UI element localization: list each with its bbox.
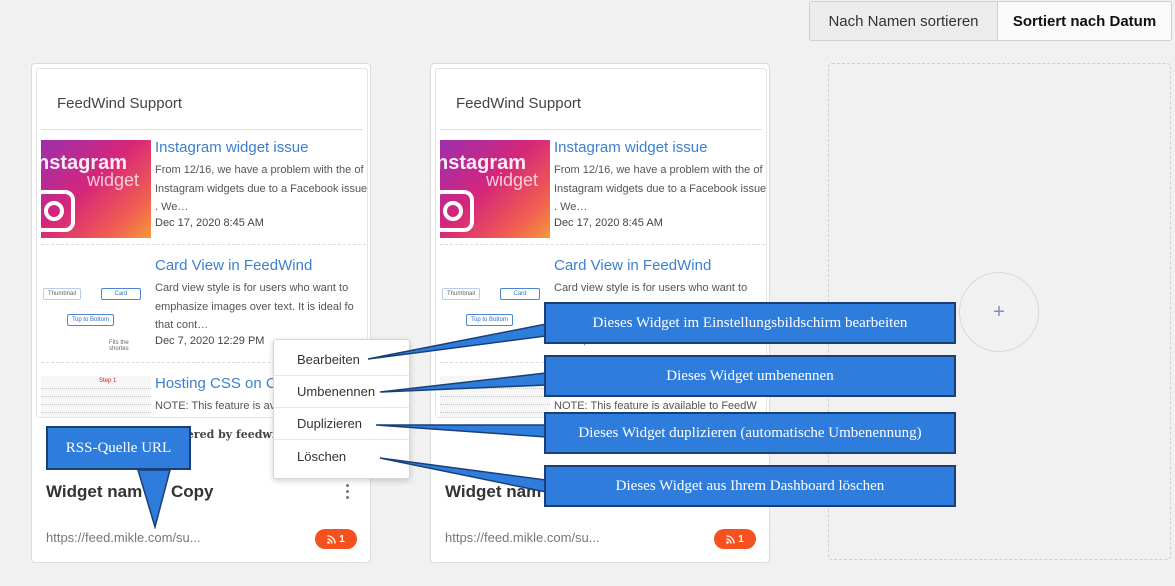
- callout-edit: Dieses Widget im Einstellungsbildschirm …: [544, 302, 956, 344]
- thumb-label: Thumbnail: [442, 288, 481, 300]
- card-view-thumbnail: Thumbnail Card Top to Bottom Fits the sh…: [41, 258, 151, 356]
- instagram-thumbnail: nstagram widget: [41, 140, 151, 238]
- instagram-icon: [41, 190, 75, 232]
- item-description: From 12/16, we have a problem with the o…: [155, 164, 368, 213]
- widget-name[interactable]: Widget nam: [445, 482, 541, 502]
- menu-item-delete[interactable]: Löschen: [274, 440, 409, 472]
- thumb-label: Step 1: [99, 378, 117, 384]
- callout-delete: Dieses Widget aus Ihrem Dashboard lösche…: [544, 465, 956, 507]
- item-title[interactable]: Instagram widget issue: [554, 139, 707, 156]
- thumb-label: Card: [101, 288, 141, 300]
- sort-by-name-button[interactable]: Nach Namen sortieren: [810, 2, 997, 40]
- card-view-thumbnail: Thumbnail Card Top to Bottom: [440, 258, 550, 356]
- feed-title: FeedWind Support: [57, 95, 183, 112]
- thumb-text: widget: [486, 170, 539, 190]
- thumb-label: Top to Bottom: [67, 314, 115, 326]
- thumb-label: Thumbnail: [43, 288, 82, 300]
- thumb-label: Step 1: [498, 378, 516, 384]
- feed-url: https://feed.mikle.com/su...: [445, 530, 600, 545]
- plus-icon: +: [993, 300, 1005, 323]
- widget-name-text: Widget nam: [46, 482, 143, 501]
- feed-item[interactable]: nstagram widget Instagram widget issue F…: [440, 129, 767, 245]
- item-description: From 12/16, we have a problem with the o…: [554, 164, 767, 213]
- item-date: Dec 17, 2020 8:45 AM: [155, 217, 264, 229]
- item-description: Card view style is for users who want to…: [155, 282, 354, 331]
- item-title[interactable]: Hosting CSS on C: [155, 375, 277, 392]
- widget-name[interactable]: Widget nam Copy: [46, 482, 214, 502]
- css-thumbnail: Step 1: [440, 376, 550, 417]
- widget-card: FeedWind Support nstagram widget Instagr…: [31, 63, 371, 563]
- feed-title: FeedWind Support: [456, 95, 582, 112]
- menu-item-duplicate[interactable]: Duplizieren: [274, 408, 409, 440]
- item-date: Dec 7, 2020 12:29 PM: [155, 335, 265, 347]
- widget-context-menu: Bearbeiten Umbenennen Duplizieren Lösche…: [273, 339, 410, 479]
- item-date: Dec 17, 2020 8:45 AM: [554, 217, 663, 229]
- menu-item-edit[interactable]: Bearbeiten: [274, 344, 409, 376]
- sort-toggle: Nach Namen sortieren Sortiert nach Datum: [809, 1, 1172, 41]
- rss-icon: [726, 534, 735, 544]
- thumb-label: Card: [500, 288, 540, 300]
- callout-duplicate: Dieses Widget duplizieren (automatische …: [544, 412, 956, 454]
- sort-by-date-button[interactable]: Sortiert nach Datum: [997, 2, 1171, 40]
- item-title[interactable]: Card View in FeedWind: [155, 257, 312, 274]
- more-options-icon[interactable]: [340, 478, 354, 504]
- thumb-label: Top to Bottom: [466, 314, 514, 326]
- feed-count-badge[interactable]: 1: [714, 529, 756, 549]
- css-thumbnail: Step 1: [41, 376, 151, 417]
- thumb-text: widget: [87, 170, 140, 190]
- feed-count-badge[interactable]: 1: [315, 529, 357, 549]
- badge-count: 1: [738, 533, 744, 545]
- instagram-thumbnail: nstagram widget: [440, 140, 550, 238]
- rss-icon: [327, 534, 336, 544]
- add-widget-button[interactable]: +: [959, 272, 1039, 352]
- feed-url: https://feed.mikle.com/su...: [46, 530, 201, 545]
- item-title[interactable]: Card View in FeedWind: [554, 257, 711, 274]
- item-title[interactable]: Instagram widget issue: [155, 139, 308, 156]
- feed-item[interactable]: nstagram widget Instagram widget issue F…: [41, 129, 368, 245]
- divider: [41, 244, 367, 245]
- callout-rss-url: RSS-Quelle URL: [46, 426, 191, 470]
- menu-item-rename[interactable]: Umbenennen: [274, 376, 409, 408]
- divider: [440, 244, 766, 245]
- badge-count: 1: [339, 533, 345, 545]
- widget-name-suffix: Copy: [171, 482, 214, 501]
- callout-rename: Dieses Widget umbenennen: [544, 355, 956, 397]
- thumb-label: Fits the shortes: [105, 338, 151, 354]
- instagram-icon: [440, 190, 474, 232]
